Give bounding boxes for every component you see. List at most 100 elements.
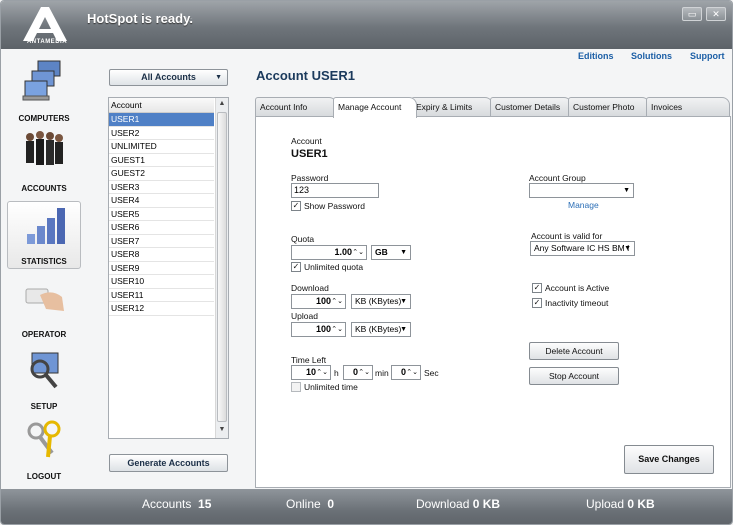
status-bar: Accounts 15 Online 0 Download 0 KB Uploa… — [1, 489, 732, 524]
sidebar-item-logout[interactable]: LOGOUT — [7, 415, 81, 483]
unlimited-quota-checkbox[interactable]: ✓ — [291, 262, 301, 272]
list-item[interactable]: USER12 — [109, 302, 214, 316]
minutes-value: 0 — [352, 367, 358, 377]
status-online-value: 0 — [327, 497, 335, 511]
stop-account-button[interactable]: Stop Account — [529, 367, 619, 385]
computers-icon — [22, 60, 61, 101]
list-item[interactable]: USER10 — [109, 275, 214, 289]
list-item[interactable]: USER1 — [109, 113, 214, 127]
sidebar-label: OPERATOR — [21, 330, 67, 339]
account-group-label: Account Group — [529, 173, 586, 183]
list-item[interactable]: GUEST2 — [109, 167, 214, 181]
seconds-value: 0 — [400, 367, 406, 377]
title-bar: ANTAMEDIA HotSpot is ready. HotSpot is r… — [1, 1, 732, 49]
list-item[interactable]: USER9 — [109, 262, 214, 275]
quota-stepper[interactable]: 1.00 ⌃⌄ — [291, 245, 367, 260]
upload-label: Upload — [291, 311, 318, 321]
account-filter-dropdown[interactable]: All Accounts ▼ — [109, 69, 228, 86]
list-item[interactable]: USER2 — [109, 127, 214, 140]
status-accounts: Accounts 15 — [142, 497, 211, 511]
valid-for-value: Any Software IC HS BM I — [534, 243, 630, 253]
download-stepper[interactable]: 100 ⌃⌄ — [291, 294, 346, 309]
tab-invoices[interactable]: Invoices — [646, 97, 730, 117]
list-item[interactable]: USER8 — [109, 248, 214, 262]
list-item[interactable]: USER7 — [109, 235, 214, 248]
sidebar-label: STATISTICS — [21, 257, 67, 266]
list-item[interactable]: USER3 — [109, 181, 214, 194]
account-active-checkbox[interactable]: ✓ — [532, 283, 542, 293]
show-password-label: Show Password — [304, 201, 365, 211]
scroll-up-icon[interactable]: ▲ — [216, 98, 228, 110]
solutions-link[interactable]: Solutions — [631, 51, 672, 61]
chevron-down-icon: ▼ — [400, 249, 407, 256]
unlimited-time-checkbox[interactable] — [291, 382, 301, 392]
valid-for-label: Account is valid for — [531, 231, 603, 241]
list-item[interactable]: USER11 — [109, 289, 214, 302]
tab-customer-details[interactable]: Customer Details — [490, 97, 572, 117]
valid-for-select[interactable]: Any Software IC HS BM I ▼ — [530, 241, 635, 256]
password-field[interactable]: 123 — [291, 183, 379, 198]
editions-link[interactable]: Editions — [578, 51, 614, 61]
tab-account-info[interactable]: Account Info — [255, 97, 337, 117]
upload-unit-select[interactable]: KB (KBytes) ▼ — [351, 322, 411, 337]
sidebar-item-statistics[interactable]: STATISTICS — [7, 201, 81, 269]
upload-value: 100 — [315, 324, 331, 334]
download-unit-value: KB (KBytes) — [355, 296, 402, 306]
generate-accounts-button[interactable]: Generate Accounts — [109, 454, 228, 472]
upload-stepper[interactable]: 100 ⌃⌄ — [291, 322, 346, 337]
sidebar-item-computers[interactable]: COMPUTERS — [7, 57, 81, 125]
download-unit-select[interactable]: KB (KBytes) ▼ — [351, 294, 411, 309]
list-item[interactable]: GUEST1 — [109, 154, 214, 167]
list-item[interactable]: USER5 — [109, 208, 214, 221]
list-scrollbar[interactable]: ▲ ▼ — [215, 98, 228, 438]
account-filter-value: All Accounts — [141, 72, 196, 82]
sidebar-item-accounts[interactable]: ACCOUNTS — [7, 127, 81, 195]
status-online-label: Online — [286, 497, 321, 511]
support-link[interactable]: Support — [690, 51, 725, 61]
quota-unit-value: GB — [375, 247, 388, 257]
list-item[interactable]: UNLIMITED — [109, 140, 214, 154]
chevron-down-icon: ▼ — [400, 326, 407, 333]
hours-stepper[interactable]: 10 ⌃⌄ — [291, 365, 331, 380]
download-label: Download — [291, 283, 329, 293]
spin-icon: ⌃⌄ — [406, 369, 418, 376]
minutes-stepper[interactable]: 0 ⌃⌄ — [343, 365, 373, 380]
delete-account-button[interactable]: Delete Account — [529, 342, 619, 360]
sidebar-item-setup[interactable]: SETUP — [7, 345, 81, 413]
list-header: Account — [109, 98, 214, 113]
sidebar-item-operator[interactable]: OPERATOR — [7, 273, 81, 341]
list-item[interactable]: USER6 — [109, 221, 214, 235]
list-item[interactable]: USER4 — [109, 194, 214, 208]
save-changes-button[interactable]: Save Changes — [624, 445, 714, 474]
account-list[interactable]: Account USER1 USER2 UNLIMITED GUEST1 GUEST2 U… — [108, 97, 229, 439]
spin-icon: ⌃⌄ — [331, 326, 343, 333]
account-title: Account USER1 — [256, 68, 355, 83]
minutes-unit: min — [375, 368, 389, 378]
status-upload-label: Upload — [586, 497, 625, 511]
show-password-checkbox[interactable]: ✓ — [291, 201, 301, 211]
manage-groups-link[interactable]: Manage — [568, 200, 599, 210]
sidebar-label: LOGOUT — [26, 472, 62, 481]
quota-unit-select[interactable]: GB ▼ — [371, 245, 411, 260]
tab-customer-photo[interactable]: Customer Photo — [568, 97, 650, 117]
restore-button[interactable]: ▭ — [682, 7, 702, 21]
account-label: Account — [291, 136, 322, 146]
scroll-thumb[interactable] — [217, 112, 227, 422]
password-label: Password — [291, 173, 329, 183]
spin-icon: ⌃⌄ — [316, 369, 328, 376]
chevron-down-icon: ▼ — [623, 187, 630, 194]
logo-text: ANTAMEDIA — [26, 39, 68, 45]
tab-expiry-limits[interactable]: Expiry & Limits — [411, 97, 493, 117]
chevron-down-icon: ▼ — [624, 245, 631, 252]
status-download-label: Download — [416, 497, 470, 511]
seconds-stepper[interactable]: 0 ⌃⌄ — [391, 365, 421, 380]
tab-bar: Account Info Manage Account Expiry & Lim… — [255, 97, 731, 118]
close-button[interactable]: ✕ — [706, 7, 726, 21]
status-upload: Upload 0 KB — [586, 497, 655, 511]
status-download-value: 0 KB — [472, 497, 501, 511]
scroll-down-icon[interactable]: ▼ — [216, 424, 228, 436]
chevron-down-icon: ▼ — [400, 298, 407, 305]
inactivity-timeout-checkbox[interactable]: ✓ — [532, 298, 542, 308]
account-group-select[interactable]: ▼ — [529, 183, 634, 198]
tab-manage-account[interactable]: Manage Account — [333, 97, 417, 118]
